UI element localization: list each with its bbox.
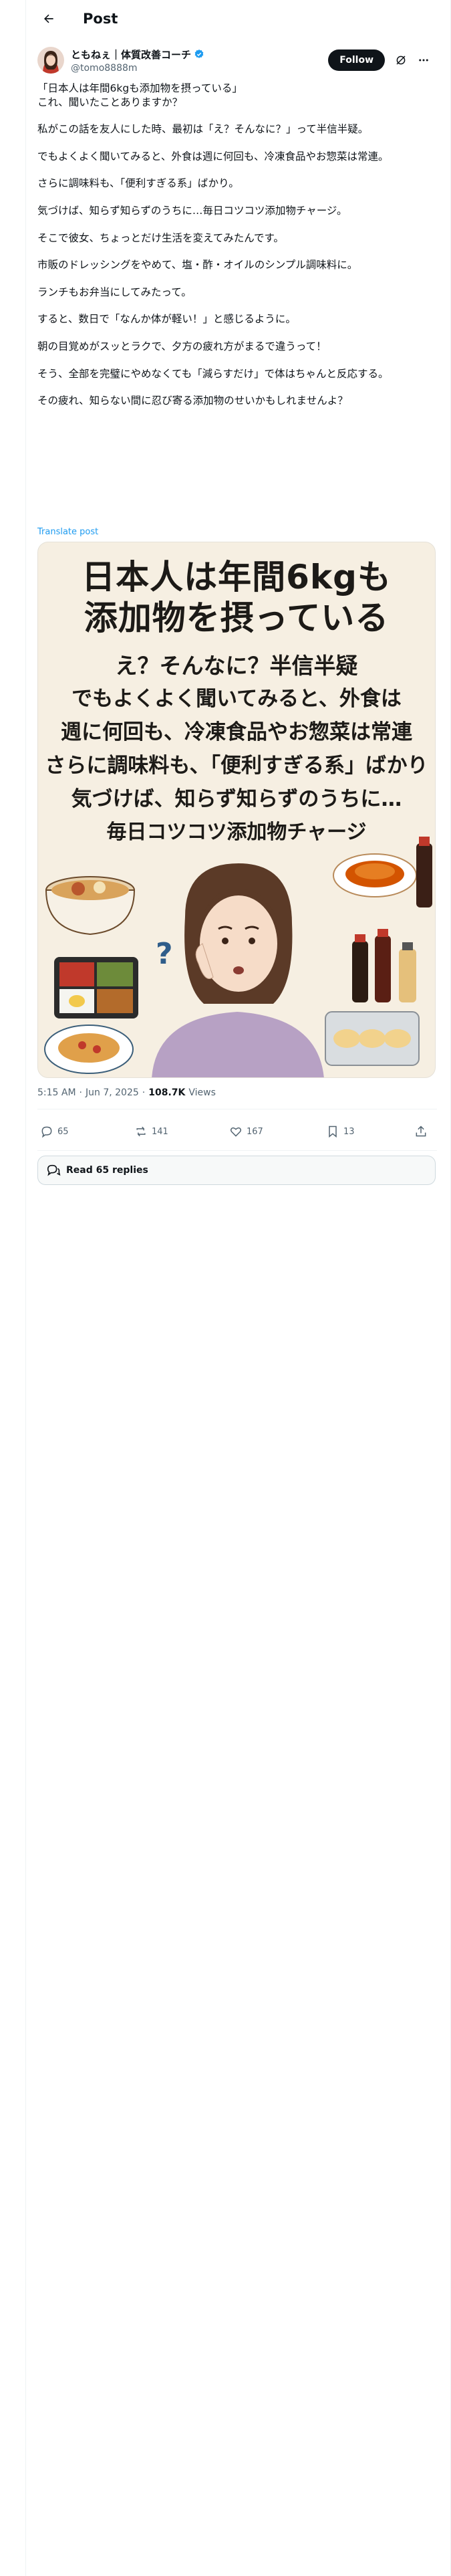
bookmark-count: 13 (343, 1126, 355, 1137)
views-count: 108.7K (148, 1087, 186, 1098)
repost-count: 141 (152, 1126, 168, 1137)
repost-icon (136, 1126, 146, 1137)
image-headline-line: 日本人は年間6kgも (82, 558, 392, 597)
post-line: そこで彼女、ちょっとだけ生活を変えてみたんです。 (37, 231, 284, 244)
verified-badge-icon (194, 49, 204, 58)
image-headline-line: 添加物を摂っている (84, 599, 390, 637)
image-text-line: 気づけば、知らず知らずのうちに… (71, 787, 402, 811)
column-border-left (25, 0, 26, 2576)
post-author: ともねぇ｜体質改善コーチ @tomo8888m Follow (37, 44, 437, 76)
post-line: 朝の目覚めがスッとラクで、夕方の疲れ方がまるで違うって！ (37, 340, 327, 353)
worried-woman-illustration (152, 863, 324, 1077)
top-bar: Post (37, 0, 437, 37)
post-line: その疲れ、知らない間に忍び寄る添加物のせいかもしれませんよ？ (37, 395, 348, 407)
post-line: ランチもお弁当にしてみたって。 (37, 286, 192, 298)
display-name-row: ともねぇ｜体質改善コーチ (71, 47, 204, 62)
post-line: そう、全部を完璧にやめなくても「減らすだけ」で体はちゃんと反応する。 (37, 367, 389, 380)
read-replies-button[interactable]: Read 65 replies (37, 1156, 436, 1185)
author-names: ともねぇ｜体質改善コーチ @tomo8888m (71, 47, 204, 74)
image-text-line: 週に何回も、冷凍食品やお惣菜は常連 (60, 720, 413, 744)
bento-box-illustration (54, 957, 138, 1018)
gyoza-tray-illustration (325, 1011, 420, 1066)
post-time[interactable]: 5:15 AM (37, 1087, 76, 1098)
food-illustration: ? (44, 837, 432, 1077)
post-line: これ、聞いたことありますか？ (37, 96, 183, 108)
back-button[interactable] (37, 7, 60, 30)
image-headline: 日本人は年間6kgも 添加物を摂っている (38, 557, 435, 639)
image-text-line: さらに調味料も、「便利すぎる系」ばかり (45, 754, 428, 778)
arrow-left-icon (44, 14, 53, 23)
post-meta: 5:15 AM · Jun 7, 2025 · 108.7K Views (37, 1087, 216, 1098)
read-replies-label: Read 65 replies (66, 1165, 148, 1176)
share-button[interactable] (414, 1125, 428, 1138)
ramen-bowl-illustration (45, 876, 136, 936)
author-actions: Follow (328, 49, 430, 71)
image-text-line: でもよくよく聞いてみると、外食は (71, 687, 402, 711)
bookmark-icon (329, 1125, 337, 1138)
follow-button[interactable]: Follow (328, 49, 385, 71)
heart-icon (230, 1127, 242, 1137)
post-line: さらに調味料も、「便利すぎる系」ばかり。 (37, 177, 239, 190)
pasta-plate-illustration (44, 1025, 134, 1074)
reply-icon (41, 1126, 52, 1138)
post-line: 市販のドレッシングをやめて、塩・酢・オイルのシンプル調味料に。 (37, 259, 358, 272)
views-label: Views (188, 1087, 216, 1098)
post-line: 私がこの話を友人にした時、最初は「え？そんなに？」って半信半疑。 (37, 123, 369, 136)
bookmark-button[interactable]: 13 (326, 1125, 355, 1138)
divider (37, 1150, 437, 1151)
avatar[interactable] (37, 47, 64, 74)
question-mark-glyph: ? (156, 937, 173, 971)
grok-button[interactable] (394, 53, 408, 67)
avatar-image (37, 47, 64, 74)
post-line: でもよくよく聞いてみると、外食は週に何回も、冷凍食品やお惣菜は常連。 (37, 150, 389, 163)
meta-separator: · (79, 1087, 82, 1098)
replies-bubble-icon (47, 1164, 61, 1176)
post-line: 気づけば、知らず知らずのうちに…毎日コツコツ添加物チャージ。 (37, 205, 347, 217)
page-title: Post (83, 11, 118, 27)
like-button[interactable]: 167 (229, 1125, 263, 1138)
image-text-line: え？そんなに？半信半疑 (115, 653, 358, 679)
more-button[interactable] (417, 53, 430, 67)
display-name[interactable]: ともねぇ｜体質改善コーチ (71, 47, 191, 62)
post-image[interactable]: 日本人は年間6kgも 添加物を摂っている え？そんなに？半信半疑 でもよくよく聞… (37, 542, 436, 1078)
spaghetti-plate-illustration (333, 853, 417, 897)
grok-icon (396, 56, 406, 65)
meta-separator: · (142, 1087, 146, 1098)
reply-count: 65 (57, 1126, 69, 1137)
post-date[interactable]: Jun 7, 2025 (86, 1087, 139, 1098)
share-icon (416, 1125, 426, 1137)
author-handle[interactable]: @tomo8888m (71, 63, 204, 74)
post-line: 「日本人は年間6kgも添加物を摂っている」 (37, 82, 243, 94)
post-text: 「日本人は年間6kgも添加物を摂っている」 これ、聞いたことありますか？ 私がこ… (37, 82, 429, 408)
reply-button[interactable]: 65 (40, 1125, 69, 1138)
translate-post-link[interactable]: Translate post (37, 527, 98, 537)
repost-button[interactable]: 141 (134, 1125, 168, 1138)
more-horizontal-icon (419, 59, 428, 62)
post-actions: 65 141 167 13 (37, 1115, 437, 1148)
like-count: 167 (247, 1126, 263, 1137)
post-line: すると、数日で「なんか体が軽い！」と感じるように。 (37, 313, 296, 326)
